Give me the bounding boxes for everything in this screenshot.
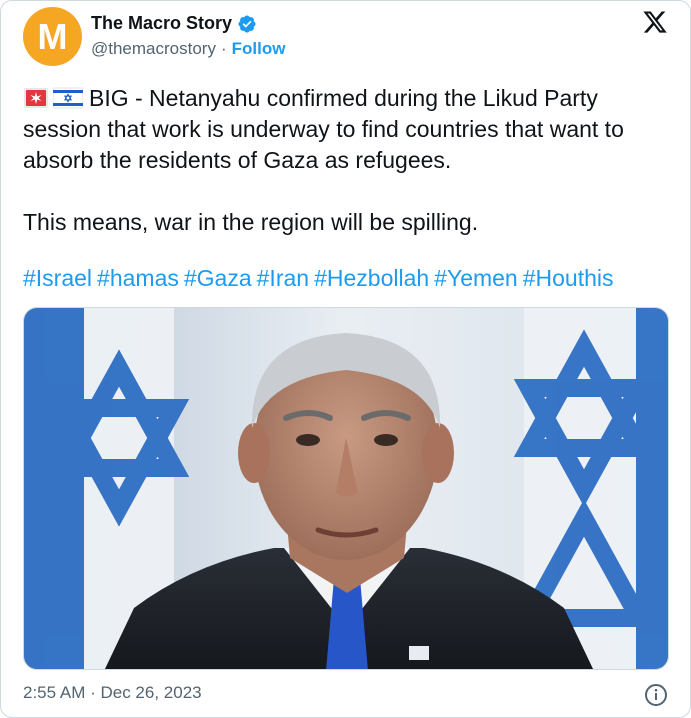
tweet-timestamp[interactable]: 2:55 AM · Dec 26, 2023 <box>23 683 202 703</box>
photo-illustration <box>24 308 668 669</box>
israel-flag-emoji-icon <box>53 87 83 109</box>
hashtag-link[interactable]: #Hezbollah <box>314 265 429 291</box>
author-name-row: The Macro Story <box>91 13 285 34</box>
tweet-body-line2: This means, war in the region will be sp… <box>23 209 479 235</box>
hashtag-link[interactable]: #Gaza <box>184 265 252 291</box>
verified-badge-icon <box>238 14 256 33</box>
hashtag-link[interactable]: #Israel <box>23 265 92 291</box>
hashtag-link[interactable]: #Iran <box>257 265 309 291</box>
handle-separator: · <box>220 39 227 58</box>
info-icon[interactable] <box>644 683 668 707</box>
hashtag-link[interactable]: #Yemen <box>434 265 518 291</box>
tweet-card: M The Macro Story @themacrostory · Follo… <box>0 0 691 718</box>
hashtag-link[interactable]: #Houthis <box>523 265 614 291</box>
tweet-body-line1: BIG - Netanyahu confirmed during the Lik… <box>23 85 631 173</box>
tweet-photo[interactable] <box>23 307 669 670</box>
author-handle[interactable]: @themacrostory <box>91 39 216 59</box>
author-info: The Macro Story @themacrostory · Follow <box>91 13 285 59</box>
tweet-header: M The Macro Story @themacrostory · Follo… <box>23 7 668 67</box>
tweet-text: BIG - Netanyahu confirmed during the Lik… <box>23 83 673 238</box>
avatar[interactable]: M <box>23 7 82 66</box>
avatar-letter: M <box>37 15 68 57</box>
follow-button[interactable]: Follow <box>232 39 286 59</box>
siren-emoji-icon <box>24 88 48 108</box>
hashtag-list: #Israel #hamas #Gaza #Iran #Hezbollah #Yemen #… <box>23 263 683 294</box>
handle-row: @themacrostory · Follow <box>91 39 285 59</box>
author-name[interactable]: The Macro Story <box>91 13 232 34</box>
x-logo-icon[interactable] <box>642 9 668 35</box>
hashtag-link[interactable]: #hamas <box>97 265 179 291</box>
